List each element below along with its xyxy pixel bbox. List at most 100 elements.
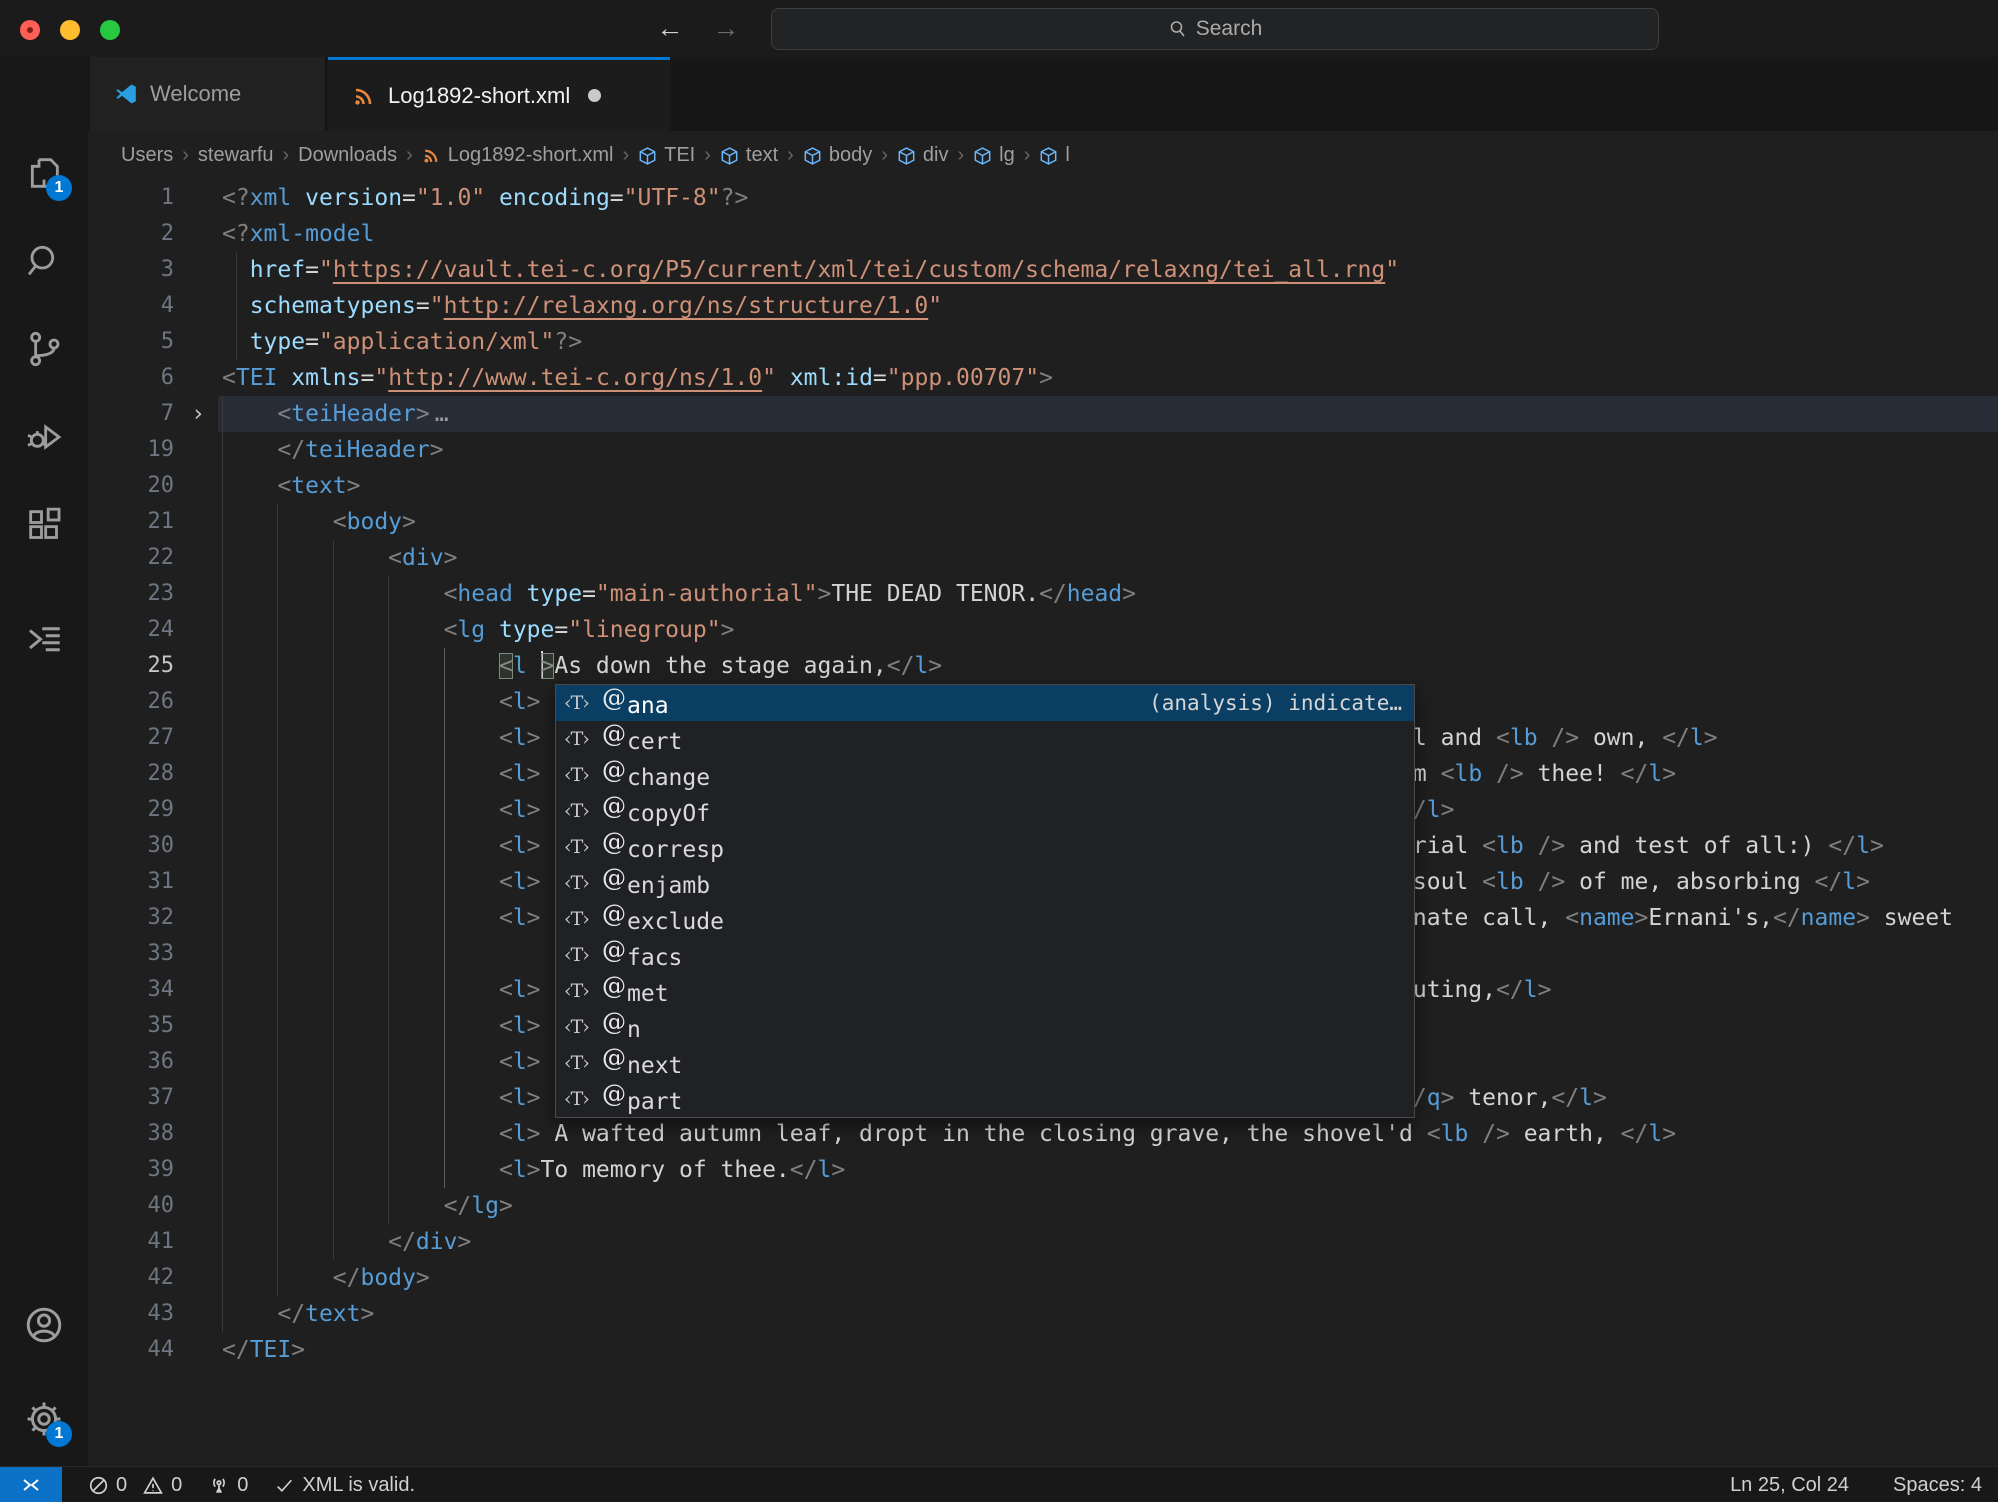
- breadcrumb-item[interactable]: Users: [121, 144, 173, 167]
- line-number[interactable]: 3: [88, 252, 174, 288]
- line-number[interactable]: 6: [88, 360, 174, 396]
- line-number[interactable]: 27: [88, 720, 174, 756]
- line-number[interactable]: 38: [88, 1116, 174, 1152]
- code-line[interactable]: 3 href="https://vault.tei-c.org/P5/curre…: [88, 252, 1998, 288]
- line-number[interactable]: 4: [88, 288, 174, 324]
- code-line[interactable]: 25 <l >As down the stage again,</l>: [88, 648, 1998, 684]
- line-number[interactable]: 5: [88, 324, 174, 360]
- code-line[interactable]: 22 <div>: [88, 540, 1998, 576]
- suggestion-item[interactable]: ‹T›@corresp: [556, 829, 1414, 865]
- line-number[interactable]: 1: [88, 180, 174, 216]
- line-number[interactable]: 40: [88, 1188, 174, 1224]
- line-number[interactable]: 7: [88, 396, 174, 432]
- breadcrumb-item[interactable]: lg: [973, 144, 1015, 167]
- breadcrumb-item[interactable]: text: [720, 144, 778, 167]
- sidebar-item-explorer[interactable]: 1: [0, 137, 88, 209]
- line-number[interactable]: 25: [88, 648, 174, 684]
- suggestion-item[interactable]: ‹T›@part: [556, 1081, 1414, 1117]
- forward-arrow-icon[interactable]: →: [706, 9, 746, 47]
- code-line[interactable]: 40 </lg>: [88, 1188, 1998, 1224]
- line-number[interactable]: 29: [88, 792, 174, 828]
- code-line[interactable]: 44</TEI>: [88, 1332, 1998, 1368]
- code-line[interactable]: 21 <body>: [88, 504, 1998, 540]
- sidebar-item-source-control[interactable]: [0, 313, 88, 385]
- code-line[interactable]: 42 </body>: [88, 1260, 1998, 1296]
- suggestion-item[interactable]: ‹T›@enjamb: [556, 865, 1414, 901]
- line-number[interactable]: 42: [88, 1260, 174, 1296]
- line-number[interactable]: 26: [88, 684, 174, 720]
- code-line[interactable]: 2<?xml-model: [88, 216, 1998, 252]
- maximize-window-button[interactable]: [100, 20, 120, 40]
- breadcrumb-item[interactable]: stewarfu: [198, 144, 274, 167]
- line-number[interactable]: 2: [88, 216, 174, 252]
- code-line[interactable]: 5 type="application/xml"?>: [88, 324, 1998, 360]
- line-number[interactable]: 32: [88, 900, 174, 936]
- settings-button[interactable]: 1: [0, 1383, 88, 1455]
- line-number[interactable]: 23: [88, 576, 174, 612]
- line-number[interactable]: 35: [88, 1008, 174, 1044]
- code-line[interactable]: 7› <teiHeader>…: [88, 396, 1998, 432]
- modified-dot-icon[interactable]: [588, 89, 601, 102]
- suggestion-item[interactable]: ‹T›@change: [556, 757, 1414, 793]
- suggestion-item[interactable]: ‹T›@ana(analysis) indicate…: [556, 685, 1414, 721]
- code-line[interactable]: 41 </div>: [88, 1224, 1998, 1260]
- suggestion-item[interactable]: ‹T›@copyOf: [556, 793, 1414, 829]
- line-number[interactable]: 28: [88, 756, 174, 792]
- sidebar-item-run-debug[interactable]: [0, 401, 88, 473]
- indentation-setting[interactable]: Spaces: 4: [1893, 1474, 1982, 1497]
- folded-region-ellipsis[interactable]: …: [435, 401, 449, 427]
- line-number[interactable]: 19: [88, 432, 174, 468]
- code-line[interactable]: 4 schematypens="http://relaxng.org/ns/st…: [88, 288, 1998, 324]
- breadcrumb-item[interactable]: l: [1039, 144, 1069, 167]
- code-line[interactable]: 38 <l> A wafted autumn leaf, dropt in th…: [88, 1116, 1998, 1152]
- minimize-window-button[interactable]: [60, 20, 80, 40]
- line-number[interactable]: 30: [88, 828, 174, 864]
- suggestion-item[interactable]: ‹T›@exclude: [556, 901, 1414, 937]
- close-window-button[interactable]: [20, 20, 40, 40]
- code-line[interactable]: 6<TEI xmlns="http://www.tei-c.org/ns/1.0…: [88, 360, 1998, 396]
- problems-status[interactable]: 0 0: [88, 1474, 182, 1497]
- line-number[interactable]: 20: [88, 468, 174, 504]
- line-number[interactable]: 36: [88, 1044, 174, 1080]
- line-number[interactable]: 44: [88, 1332, 174, 1368]
- code-line[interactable]: 24 <lg type="linegroup">: [88, 612, 1998, 648]
- tab-log1892-short-xml[interactable]: Log1892-short.xml: [328, 57, 670, 131]
- suggestion-item[interactable]: ‹T›@n: [556, 1009, 1414, 1045]
- code-line[interactable]: 19 </teiHeader>: [88, 432, 1998, 468]
- suggestion-item[interactable]: ‹T›@met: [556, 973, 1414, 1009]
- account-button[interactable]: [0, 1289, 88, 1361]
- breadcrumb-item[interactable]: body: [803, 144, 872, 167]
- breadcrumb-item[interactable]: Log1892-short.xml: [422, 144, 614, 167]
- remote-indicator[interactable]: [0, 1467, 62, 1502]
- sidebar-item-references[interactable]: [0, 605, 88, 677]
- line-number[interactable]: 31: [88, 864, 174, 900]
- line-number[interactable]: 39: [88, 1152, 174, 1188]
- line-number[interactable]: 34: [88, 972, 174, 1008]
- xml-valid-status[interactable]: XML is valid.: [274, 1474, 415, 1497]
- line-number[interactable]: 22: [88, 540, 174, 576]
- breadcrumb-item[interactable]: Downloads: [298, 144, 397, 167]
- command-center-search[interactable]: Search: [771, 8, 1659, 50]
- code-line[interactable]: 20 <text>: [88, 468, 1998, 504]
- line-number[interactable]: 43: [88, 1296, 174, 1332]
- breadcrumb-item[interactable]: div: [897, 144, 949, 167]
- code-line[interactable]: 43 </text>: [88, 1296, 1998, 1332]
- code-line[interactable]: 39 <l>To memory of thee.</l>: [88, 1152, 1998, 1188]
- code-line[interactable]: 1<?xml version="1.0" encoding="UTF-8"?>: [88, 180, 1998, 216]
- code-line[interactable]: 23 <head type="main-authorial">THE DEAD …: [88, 576, 1998, 612]
- line-number[interactable]: 24: [88, 612, 174, 648]
- editor[interactable]: 1<?xml version="1.0" encoding="UTF-8"?>2…: [88, 180, 1998, 1466]
- line-number[interactable]: 21: [88, 504, 174, 540]
- line-number[interactable]: 41: [88, 1224, 174, 1260]
- line-number[interactable]: 33: [88, 936, 174, 972]
- tab-welcome[interactable]: Welcome: [90, 57, 326, 131]
- suggestion-item[interactable]: ‹T›@next: [556, 1045, 1414, 1081]
- fold-chevron-icon[interactable]: ›: [182, 396, 214, 432]
- ports-status[interactable]: 0: [208, 1474, 248, 1497]
- cursor-position[interactable]: Ln 25, Col 24: [1730, 1474, 1849, 1497]
- sidebar-item-extensions[interactable]: [0, 489, 88, 561]
- suggestion-item[interactable]: ‹T›@cert: [556, 721, 1414, 757]
- line-number[interactable]: 37: [88, 1080, 174, 1116]
- breadcrumb-item[interactable]: TEI: [638, 144, 695, 167]
- sidebar-item-search[interactable]: [0, 225, 88, 297]
